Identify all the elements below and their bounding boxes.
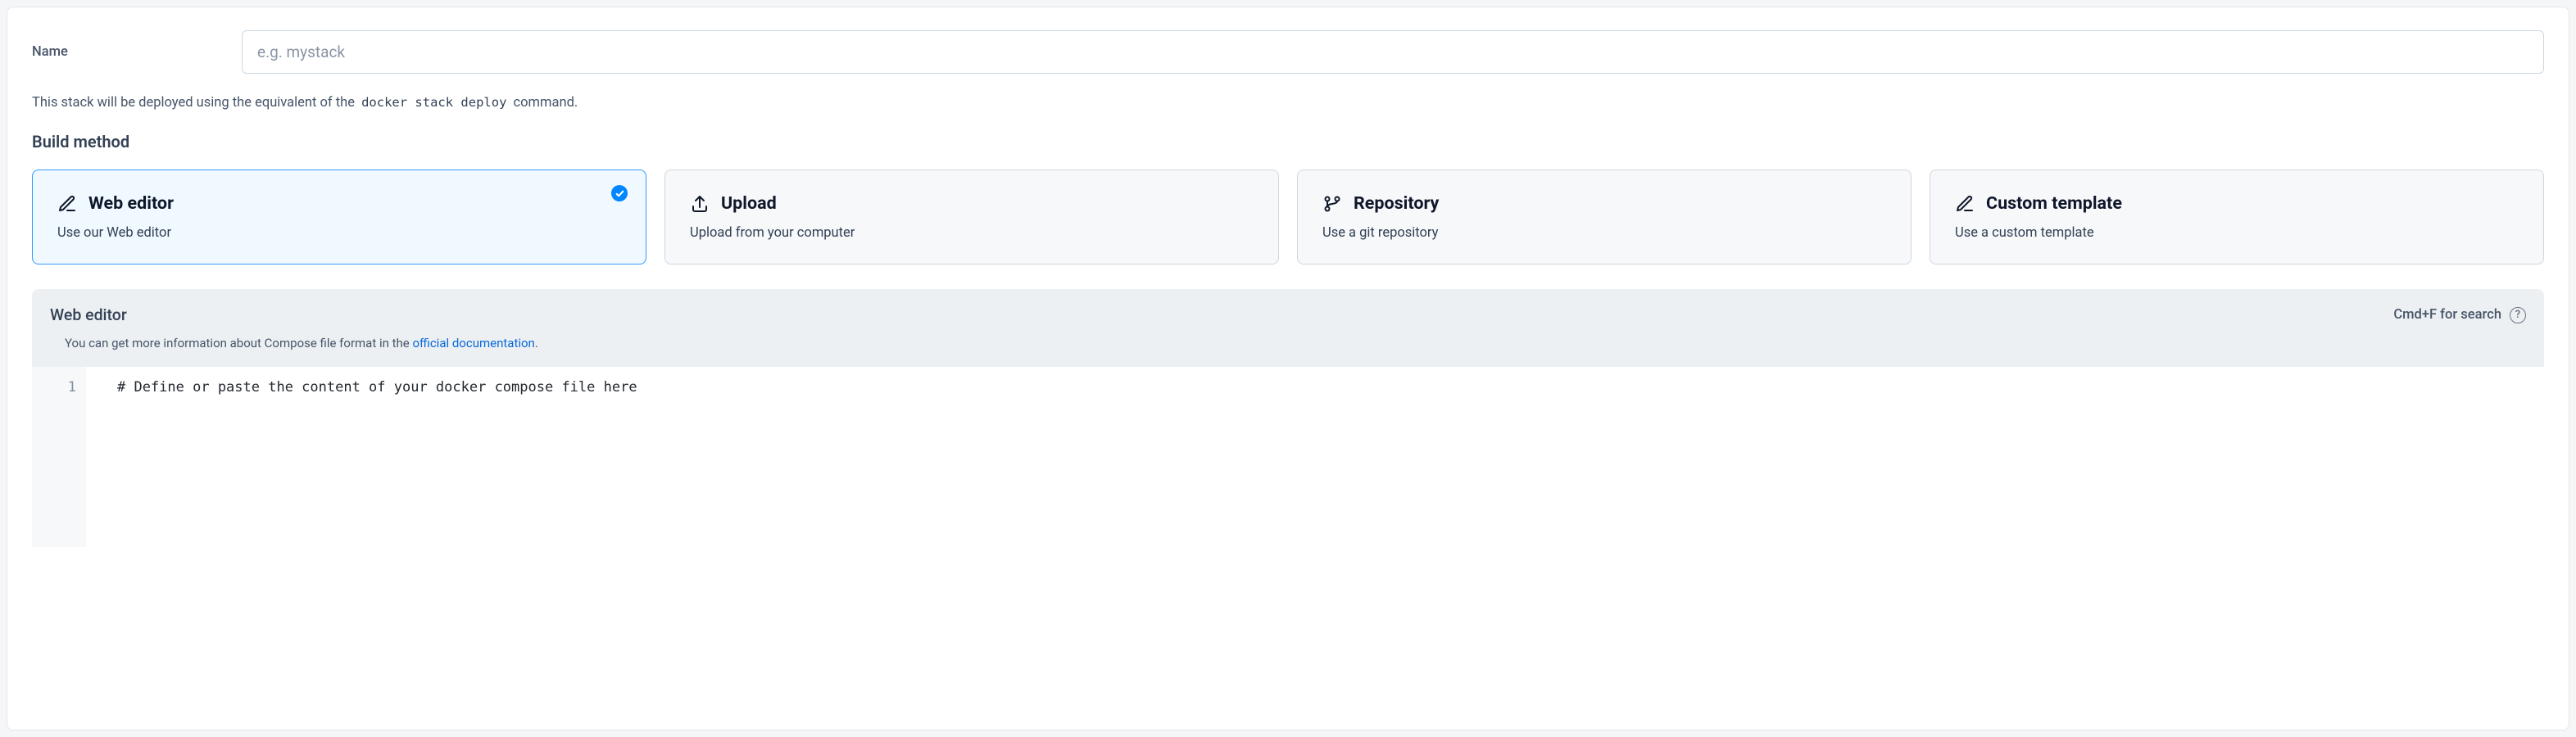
card-title: Custom template: [1986, 193, 2122, 214]
create-stack-form: Name This stack will be deployed using t…: [7, 7, 2569, 730]
line-number: 1: [32, 377, 76, 398]
code-editor[interactable]: 1 # Define or paste the content of your …: [32, 367, 2544, 547]
editor-help-prefix: You can get more information about Compo…: [65, 336, 412, 350]
upload-icon: [690, 194, 710, 214]
name-input[interactable]: [242, 30, 2544, 74]
card-subtitle: Use our Web editor: [57, 225, 621, 241]
deploy-info-suffix: command.: [510, 95, 578, 111]
name-row: Name: [32, 30, 2544, 74]
method-card-web-editor[interactable]: Web editor Use our Web editor: [32, 170, 646, 265]
check-icon: [615, 189, 624, 198]
editor-search-hint: Cmd+F for search ?: [2393, 307, 2526, 323]
card-header: Web editor: [57, 193, 621, 214]
card-subtitle: Use a git repository: [1322, 225, 1886, 241]
build-method-cards: Web editor Use our Web editor Upload Upl…: [32, 170, 2544, 265]
web-editor-panel: Web editor Cmd+F for search ? You can ge…: [32, 289, 2544, 547]
editor-help-text: You can get more information about Compo…: [32, 332, 2544, 367]
card-header: Upload: [690, 193, 1254, 214]
card-title: Repository: [1354, 193, 1439, 214]
card-title: Web editor: [88, 193, 174, 214]
official-documentation-link[interactable]: official documentation: [412, 336, 534, 350]
card-header: Custom template: [1955, 193, 2519, 214]
search-hint-text: Cmd+F for search: [2393, 307, 2501, 323]
name-label: Name: [32, 44, 222, 60]
help-icon[interactable]: ?: [2510, 307, 2526, 323]
editor-header: Web editor Cmd+F for search ?: [32, 289, 2544, 332]
build-method-title: Build method: [32, 132, 2544, 151]
deploy-info-prefix: This stack will be deployed using the eq…: [32, 95, 358, 111]
card-header: Repository: [1322, 193, 1886, 214]
editor-title: Web editor: [50, 305, 127, 324]
line-gutter: 1: [32, 367, 86, 547]
method-card-repository[interactable]: Repository Use a git repository: [1297, 170, 1912, 265]
code-area[interactable]: # Define or paste the content of your do…: [86, 367, 637, 547]
card-subtitle: Use a custom template: [1955, 225, 2519, 241]
method-card-upload[interactable]: Upload Upload from your computer: [664, 170, 1279, 265]
template-icon: [1955, 194, 1975, 214]
card-subtitle: Upload from your computer: [690, 225, 1254, 241]
git-branch-icon: [1322, 194, 1342, 214]
method-card-custom-template[interactable]: Custom template Use a custom template: [1930, 170, 2544, 265]
deploy-command-code: docker stack deploy: [358, 94, 510, 111]
code-line: # Define or paste the content of your do…: [117, 377, 637, 398]
edit-icon: [57, 194, 77, 214]
card-title: Upload: [721, 193, 777, 214]
selected-badge: [611, 185, 628, 201]
editor-help-suffix: .: [535, 336, 538, 350]
deploy-info-line: This stack will be deployed using the eq…: [32, 95, 2544, 111]
